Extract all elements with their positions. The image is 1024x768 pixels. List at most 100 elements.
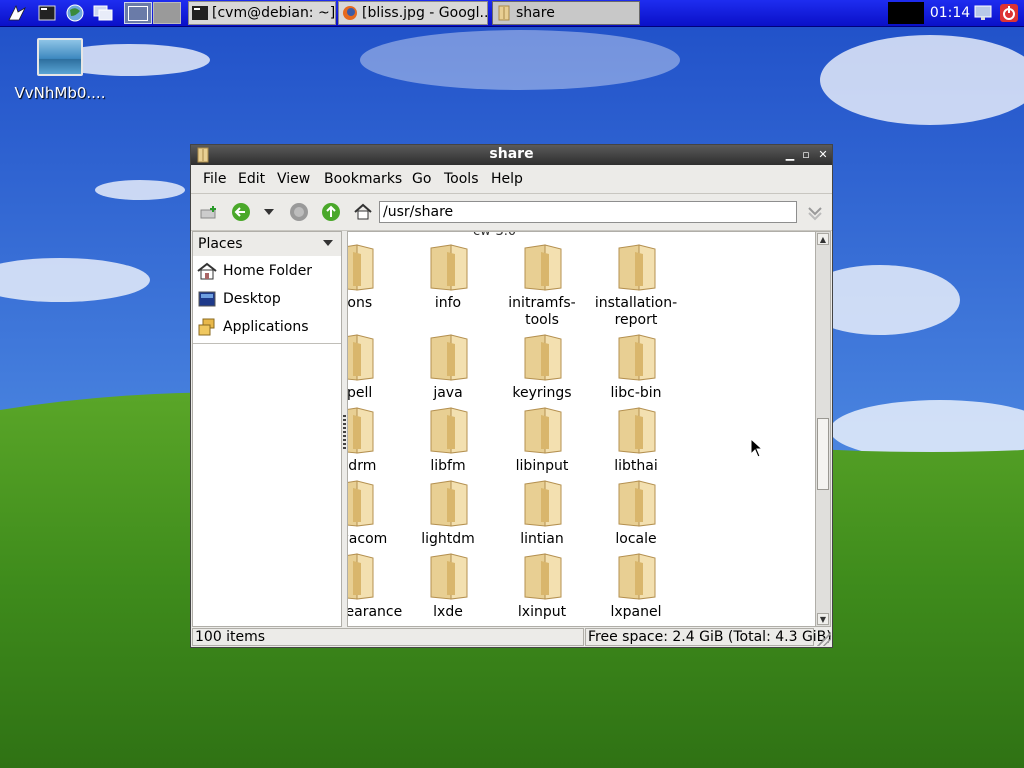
folder-name: info: [434, 295, 462, 311]
logout-button[interactable]: [998, 3, 1020, 23]
show-desktop-button[interactable]: [92, 3, 114, 23]
folder-item[interactable]: info: [401, 242, 495, 312]
task-terminal[interactable]: [cvm@debian: ~]: [188, 1, 336, 25]
folder-icon: [618, 407, 656, 454]
power-icon: [1000, 4, 1018, 22]
folder-item[interactable]: lintian: [495, 478, 589, 548]
folder-name: keyrings: [512, 385, 572, 401]
go-button[interactable]: [805, 202, 825, 222]
folder-icon: [524, 334, 562, 381]
chevron-down-icon: [264, 209, 274, 215]
monitor-icon: [974, 5, 992, 20]
resize-grip[interactable]: [817, 632, 831, 646]
menu-launcher-button[interactable]: [6, 3, 28, 23]
folder-item[interactable]: lxappearance: [348, 551, 402, 621]
folder-icon: [430, 480, 468, 527]
folder-item[interactable]: libdrm: [348, 405, 401, 475]
folder-item[interactable]: initramfs- tools: [495, 242, 589, 329]
item-count: 100 items: [192, 628, 584, 646]
folder-item[interactable]: keyrings: [495, 332, 589, 402]
free-space: Free space: 2.4 GiB (Total: 4.3 GiB): [585, 628, 832, 646]
places-selector[interactable]: Places: [193, 232, 341, 256]
folder-item[interactable]: ispell: [348, 332, 401, 402]
folder-icon: [348, 407, 374, 454]
home-button[interactable]: [353, 202, 373, 222]
menu-go[interactable]: Go: [412, 171, 431, 187]
folder-item[interactable]: java: [401, 332, 495, 402]
status-bar: 100 items Free space: 2.4 GiB (Total: 4.…: [191, 627, 832, 647]
desktop-pager-2[interactable]: [153, 2, 181, 24]
home-icon: [197, 262, 217, 280]
clock[interactable]: 01:14: [928, 0, 972, 26]
place-home-folder[interactable]: Home Folder: [197, 259, 339, 283]
folder-name: lxde: [433, 604, 463, 620]
folder-name: java: [433, 385, 463, 401]
window-titlebar[interactable]: share ▁ ▫ ✕: [191, 145, 832, 165]
desktop-file-icon[interactable]: VvNhMb0....: [8, 38, 112, 102]
taskbar: [cvm@debian: ~] [bliss.jpg - Googl... sh…: [0, 0, 1024, 27]
task-browser[interactable]: [bliss.jpg - Googl...: [338, 1, 488, 25]
folder-item[interactable]: lxpanel: [589, 551, 683, 621]
menu-view[interactable]: View: [277, 171, 310, 187]
cpu-monitor[interactable]: [888, 2, 924, 24]
menu-tools[interactable]: Tools: [444, 171, 479, 187]
folder-name: icons: [347, 295, 373, 311]
folder-item[interactable]: lightdm: [401, 478, 495, 548]
image-thumbnail-icon: [37, 38, 83, 76]
close-button[interactable]: ✕: [816, 148, 830, 162]
folder-item[interactable]: lxinput: [495, 551, 589, 621]
network-status-button[interactable]: [972, 3, 994, 23]
folder-icon: [348, 480, 374, 527]
folder-icon: [348, 334, 374, 381]
side-pane: Places Home Folder Desktop Applications: [192, 231, 342, 627]
windows-icon: [93, 5, 113, 21]
folder-name: libc-bin: [610, 385, 662, 401]
dropdown-arrow-icon: [323, 240, 333, 246]
folder-icon: [348, 553, 374, 600]
menu-bookmarks[interactable]: Bookmarks: [324, 171, 402, 187]
scrollbar-thumb[interactable]: [817, 418, 829, 490]
place-desktop[interactable]: Desktop: [197, 287, 339, 311]
folder-item[interactable]: libthai: [589, 405, 683, 475]
folder-item[interactable]: libc-bin: [589, 332, 683, 402]
folder-item[interactable]: libinput: [495, 405, 589, 475]
maximize-button[interactable]: ▫: [799, 148, 813, 162]
folder-icon: [498, 5, 510, 21]
menu-help[interactable]: Help: [491, 171, 523, 187]
folder-item[interactable]: installation- report: [589, 242, 683, 329]
go-icon: [808, 207, 822, 221]
folder-item[interactable]: libwacom: [348, 478, 401, 548]
task-file-manager[interactable]: share: [492, 1, 640, 25]
desktop-pager-1[interactable]: [124, 2, 152, 24]
place-label: Desktop: [223, 291, 281, 307]
forward-button[interactable]: [289, 202, 309, 222]
folder-icon: [430, 334, 468, 381]
back-button[interactable]: [231, 202, 251, 222]
vertical-scrollbar[interactable]: ▲ ▼: [815, 232, 830, 626]
pane-splitter-handle[interactable]: [343, 415, 346, 449]
task-label: [bliss.jpg - Googl...: [362, 5, 488, 21]
history-dropdown-button[interactable]: [259, 202, 279, 222]
task-label: share: [516, 5, 555, 21]
folder-icon: [430, 407, 468, 454]
folder-item[interactable]: locale: [589, 478, 683, 548]
place-applications[interactable]: Applications: [197, 315, 339, 339]
browser-launcher-button[interactable]: [64, 3, 86, 23]
folder-name: libdrm: [348, 458, 377, 474]
location-bar[interactable]: /usr/share: [379, 201, 797, 223]
scroll-up-arrow-icon[interactable]: ▲: [817, 233, 829, 245]
minimize-button[interactable]: ▁: [783, 148, 797, 162]
terminal-launcher-button[interactable]: [36, 3, 58, 23]
folder-icon: [348, 244, 374, 291]
new-tab-button[interactable]: [199, 202, 219, 222]
folder-icon: [524, 407, 562, 454]
menu-file[interactable]: File: [203, 171, 226, 187]
folder-icon: [430, 244, 468, 291]
folder-item[interactable]: lxde: [401, 551, 495, 621]
folder-item[interactable]: libfm: [401, 405, 495, 475]
menu-edit[interactable]: Edit: [238, 171, 265, 187]
scroll-down-arrow-icon[interactable]: ▼: [817, 613, 829, 625]
up-button[interactable]: [321, 202, 341, 222]
folder-item[interactable]: icons: [347, 242, 401, 312]
window-title: share: [489, 146, 534, 162]
